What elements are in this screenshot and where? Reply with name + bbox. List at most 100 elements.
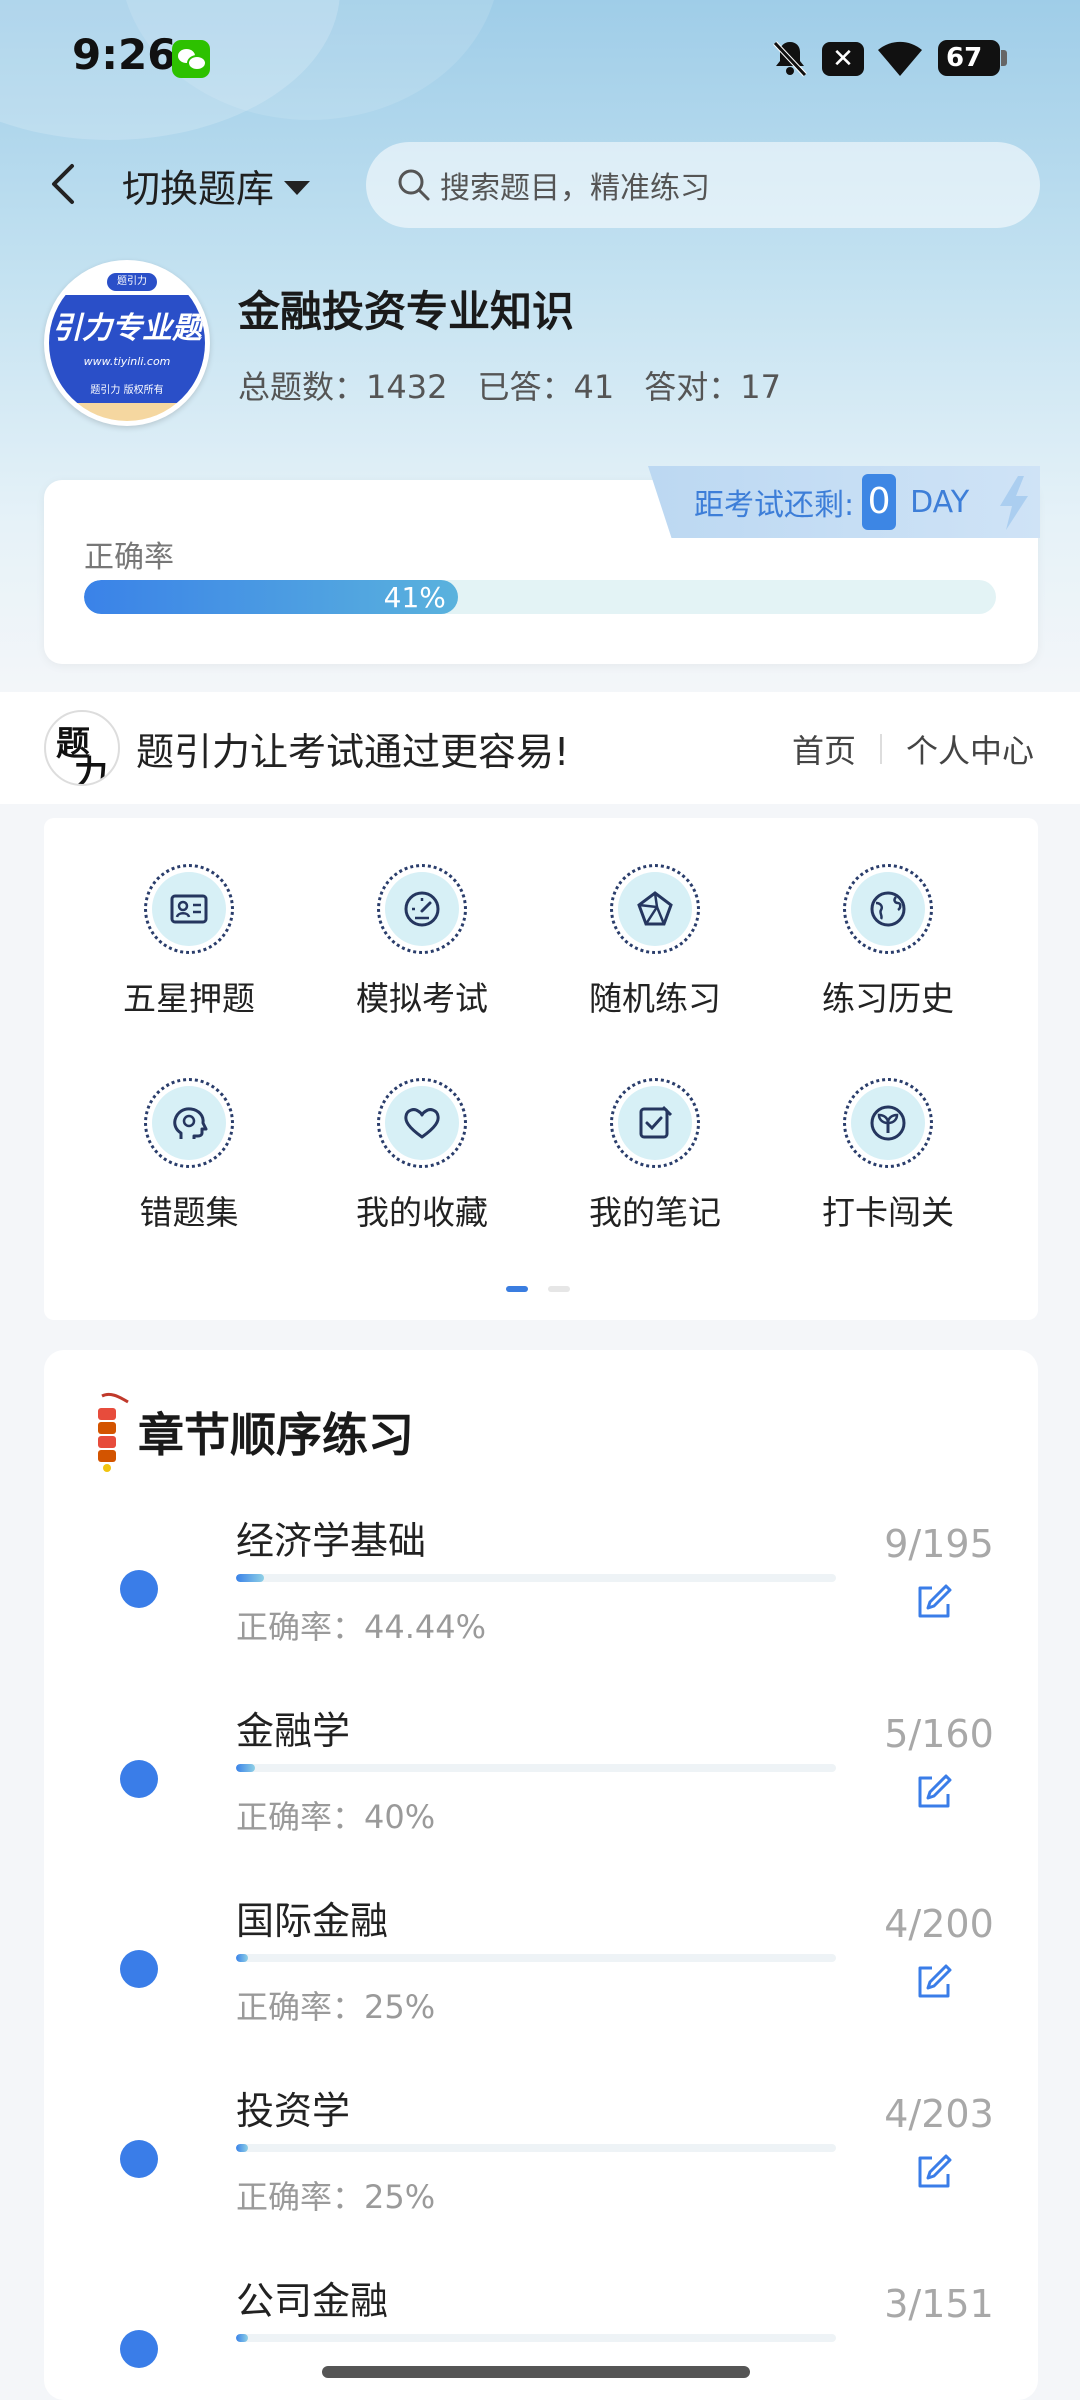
globe-icon [870, 891, 906, 927]
accuracy-progress-fill: 41% [84, 580, 458, 614]
brand-logo [44, 710, 120, 786]
logo-top-mark: 题引力 [107, 273, 157, 291]
brain-head-icon [173, 1107, 208, 1139]
menu-icon-ring [610, 1078, 700, 1168]
menu-icon-ring [843, 864, 933, 954]
chapter-progress-fill [236, 2334, 248, 2342]
menu-label: 我的笔记 [589, 1193, 721, 1232]
menu-label: 我的收藏 [356, 1193, 488, 1232]
chapter-name: 国际金融 [236, 1899, 389, 1943]
caret-down-icon [284, 180, 311, 195]
menu-wrong-questions[interactable]: 错题集 [89, 1078, 289, 1234]
menu-notes[interactable]: 我的笔记 [555, 1078, 755, 1234]
banner-links: 首页 个人中心 [792, 726, 1034, 772]
bell-muted-icon [773, 41, 807, 77]
question-bank-stats: 总题数：1432 已答：41 答对：17 [238, 362, 781, 408]
chapter-practice-card: 章节顺序练习 经济学基础 正确率：44.44% 9/195 金融学 正确率：40… [44, 1350, 1038, 2400]
exam-countdown-badge: 距考试还剩: 0 DAY [648, 466, 1040, 538]
menu-label: 错题集 [139, 1193, 239, 1232]
menu-icon-ring [610, 864, 700, 954]
note-check-icon [639, 1105, 673, 1139]
menu-mock-exam[interactable]: 模拟考试 [322, 864, 522, 1020]
chapter-accuracy: 正确率：40% [236, 1798, 436, 1836]
edit-icon[interactable] [912, 1770, 956, 1814]
menu-page-indicator [506, 1286, 570, 1292]
feature-menu-card: 五星押题 模拟考试 随机练习 练习历史 错题集 我的收藏 我的笔记 打卡闯关 [44, 818, 1038, 1320]
menu-random-practice[interactable]: 随机练习 [555, 864, 755, 1020]
battery-icon: 67 [938, 40, 1007, 76]
chapter-count: 4/200 [884, 1902, 994, 1946]
logo-url: www.tiyinli.com [83, 355, 171, 368]
status-bar: 9:26 ✕ 67 [0, 0, 1080, 120]
question-bank-logo: 题引力 引力专业题 www.tiyinli.com 题引力 版权所有 [44, 260, 210, 426]
menu-label: 模拟考试 [356, 979, 488, 1018]
home-link[interactable]: 首页 [792, 726, 856, 772]
menu-icon-ring [144, 1078, 234, 1168]
menu-icon-ring [377, 864, 467, 954]
menu-icon-ring [843, 1078, 933, 1168]
chapter-name: 投资学 [236, 2089, 351, 2133]
exam-countdown-label: 距考试还剩: [694, 488, 855, 523]
chapter-progress-bar [236, 2334, 836, 2342]
edit-icon[interactable] [912, 1960, 956, 2004]
page-dot[interactable] [548, 1286, 570, 1292]
accuracy-label: 正确率 [84, 540, 174, 575]
back-arrow-icon[interactable] [44, 160, 84, 208]
menu-practice-history[interactable]: 练习历史 [788, 864, 988, 1020]
logo-text: 引力专业题 [52, 311, 202, 346]
stat-correct: 答对：17 [644, 368, 781, 406]
chapter-accuracy: 正确率：25% [236, 2178, 436, 2216]
chapter-name: 经济学基础 [236, 1519, 427, 1563]
stat-total: 总题数：1432 [238, 368, 448, 406]
stat-answered: 已答：41 [477, 368, 615, 406]
switch-bank-dropdown[interactable]: 切换题库 [122, 158, 311, 213]
search-input[interactable]: 搜索题目，精准练习 [366, 142, 1040, 228]
link-divider [879, 734, 882, 764]
edit-icon[interactable] [912, 2150, 956, 2194]
chapter-name: 金融学 [236, 1709, 351, 1753]
page-dot-active[interactable] [506, 1286, 528, 1292]
profile-link[interactable]: 个人中心 [906, 726, 1034, 772]
menu-checkin[interactable]: 打卡闯关 [788, 1078, 988, 1234]
exam-countdown-days: 0 [862, 474, 897, 530]
id-card-icon [170, 894, 208, 924]
slogan-banner: 题引力让考试通过更容易! 首页 个人中心 [0, 692, 1080, 804]
chapter-row[interactable]: 投资学 正确率：25% 4/203 [44, 2080, 1038, 2270]
wifi-icon [878, 41, 922, 76]
chapter-count: 4/203 [884, 2092, 994, 2136]
chapter-row[interactable]: 公司金融 3/151 [44, 2270, 1038, 2400]
home-indicator[interactable] [322, 2366, 750, 2378]
chapter-count: 5/160 [884, 1712, 994, 1756]
chapter-accuracy: 正确率：44.44% [236, 1608, 487, 1646]
gauge-icon [404, 891, 440, 927]
search-placeholder: 搜索题目，精准练习 [440, 171, 710, 206]
chapter-row[interactable]: 国际金融 正确率：25% 4/200 [44, 1890, 1038, 2080]
close-box-icon: ✕ [822, 42, 864, 76]
chapter-row[interactable]: 经济学基础 正确率：44.44% 9/195 [44, 1510, 1038, 1700]
chapter-bullet [120, 2140, 158, 2178]
chapter-row[interactable]: 金融学 正确率：40% 5/160 [44, 1700, 1038, 1890]
wechat-icon [172, 40, 210, 78]
switch-bank-label: 切换题库 [122, 167, 275, 211]
firecracker-icon [98, 1392, 129, 1472]
heart-icon [404, 1108, 440, 1139]
menu-label: 打卡闯关 [822, 1193, 954, 1232]
menu-icon-ring [377, 1078, 467, 1168]
chapter-bullet [120, 1950, 158, 1988]
chapter-count: 9/195 [884, 1522, 994, 1566]
lightning-icon [1000, 476, 1028, 530]
menu-five-star[interactable]: 五星押题 [89, 864, 289, 1020]
accuracy-percent: 41% [383, 580, 446, 614]
chapter-count: 3/151 [884, 2282, 994, 2326]
edit-icon[interactable] [912, 1580, 956, 1624]
question-bank-title: 金融投资专业知识 [238, 287, 575, 336]
battery-level: 67 [946, 43, 983, 73]
chapter-section-title: 章节顺序练习 [138, 1408, 414, 1462]
chapter-progress-fill [236, 1954, 248, 1962]
menu-label: 随机练习 [589, 979, 721, 1018]
chapter-bullet [120, 2330, 158, 2368]
chapter-progress-fill [236, 2144, 248, 2152]
menu-favorites[interactable]: 我的收藏 [322, 1078, 522, 1234]
accuracy-progress-bar: 41% [84, 580, 996, 614]
logo-copyright: 题引力 版权所有 [90, 385, 164, 396]
